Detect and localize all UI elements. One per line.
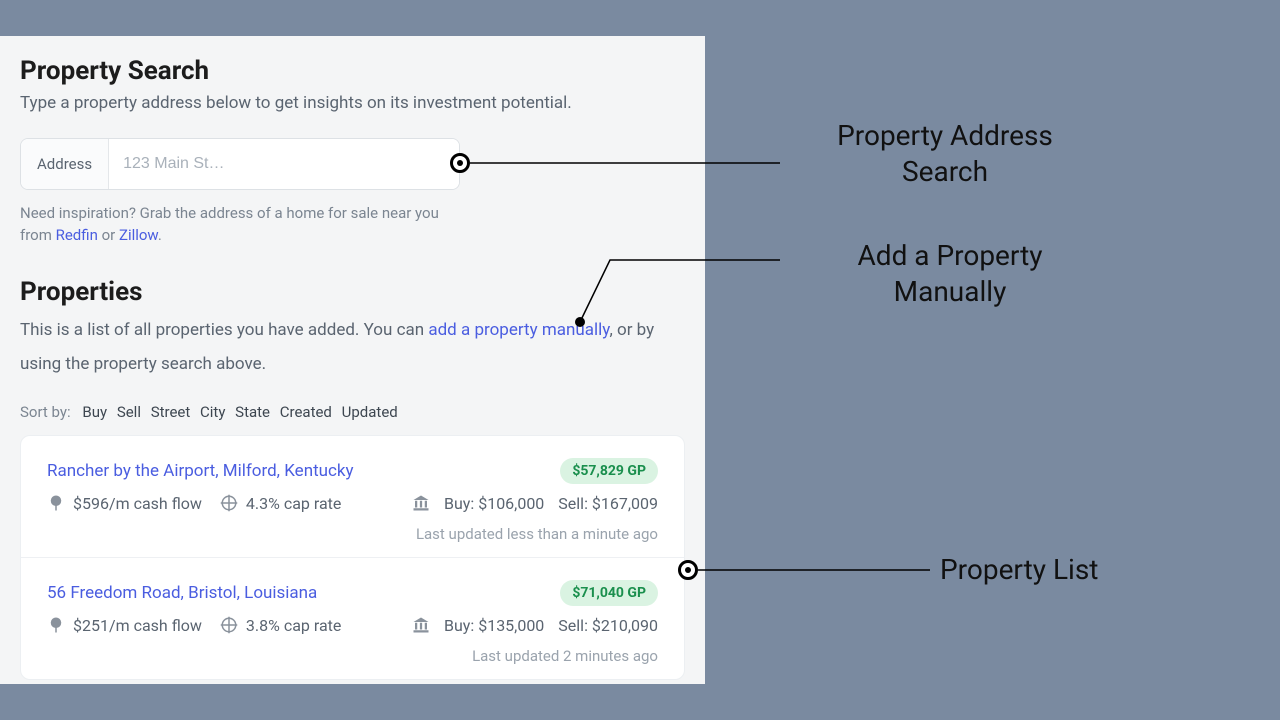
sort-buy[interactable]: Buy	[82, 403, 107, 421]
property-title-link[interactable]: Rancher by the Airport, Milford, Kentuck…	[47, 461, 354, 481]
search-heading: Property Search	[20, 56, 685, 86]
property-card: Rancher by the Airport, Milford, Kentuck…	[21, 436, 684, 558]
properties-description: This is a list of all properties you hav…	[20, 313, 685, 381]
search-subtitle: Type a property address below to get ins…	[20, 92, 685, 116]
buy-sell: Buy: $135,000 Sell: $210,090	[412, 616, 658, 635]
callout-marker	[450, 153, 470, 173]
sort-row: Sort by: Buy Sell Street City State Crea…	[20, 403, 685, 421]
property-list: Rancher by the Airport, Milford, Kentuck…	[20, 435, 685, 680]
updated-text: Last updated 2 minutes ago	[47, 647, 658, 665]
property-card: 56 Freedom Road, Bristol, Louisiana $71,…	[21, 558, 684, 679]
bank-icon	[412, 616, 430, 634]
sort-sell[interactable]: Sell	[117, 403, 141, 421]
sort-updated[interactable]: Updated	[342, 403, 398, 421]
main-panel: Property Search Type a property address …	[0, 36, 705, 684]
address-search: Address	[20, 138, 460, 190]
updated-text: Last updated less than a minute ago	[47, 525, 658, 543]
address-input[interactable]	[109, 139, 459, 189]
callout-list: Property List	[940, 552, 1098, 588]
target-icon	[220, 494, 238, 512]
gp-badge: $57,829 GP	[560, 458, 658, 484]
search-hint: Need inspiration? Grab the address of a …	[20, 202, 460, 247]
redfin-link[interactable]: Redfin	[56, 226, 98, 244]
sort-state[interactable]: State	[235, 403, 270, 421]
callout-add-manual: Add a Property Manually	[800, 238, 1100, 311]
caprate-metric: 4.3% cap rate	[220, 494, 341, 513]
zillow-link[interactable]: Zillow	[119, 226, 158, 244]
bank-icon	[412, 494, 430, 512]
cashflow-metric: $251/m cash flow	[47, 616, 202, 635]
cashflow-metric: $596/m cash flow	[47, 494, 202, 513]
callout-marker	[678, 560, 698, 580]
target-icon	[220, 616, 238, 634]
caprate-metric: 3.8% cap rate	[220, 616, 341, 635]
gp-badge: $71,040 GP	[560, 580, 658, 606]
address-label: Address	[21, 139, 109, 189]
tree-icon	[47, 616, 65, 634]
sort-city[interactable]: City	[200, 403, 225, 421]
property-title-link[interactable]: 56 Freedom Road, Bristol, Louisiana	[47, 583, 317, 603]
sort-street[interactable]: Street	[151, 403, 191, 421]
sort-label: Sort by:	[20, 403, 71, 421]
callout-search: Property Address Search	[790, 118, 1100, 191]
sort-created[interactable]: Created	[280, 403, 332, 421]
callout-dot	[575, 317, 585, 327]
properties-heading: Properties	[20, 277, 685, 307]
buy-sell: Buy: $106,000 Sell: $167,009	[412, 494, 658, 513]
tree-icon	[47, 494, 65, 512]
